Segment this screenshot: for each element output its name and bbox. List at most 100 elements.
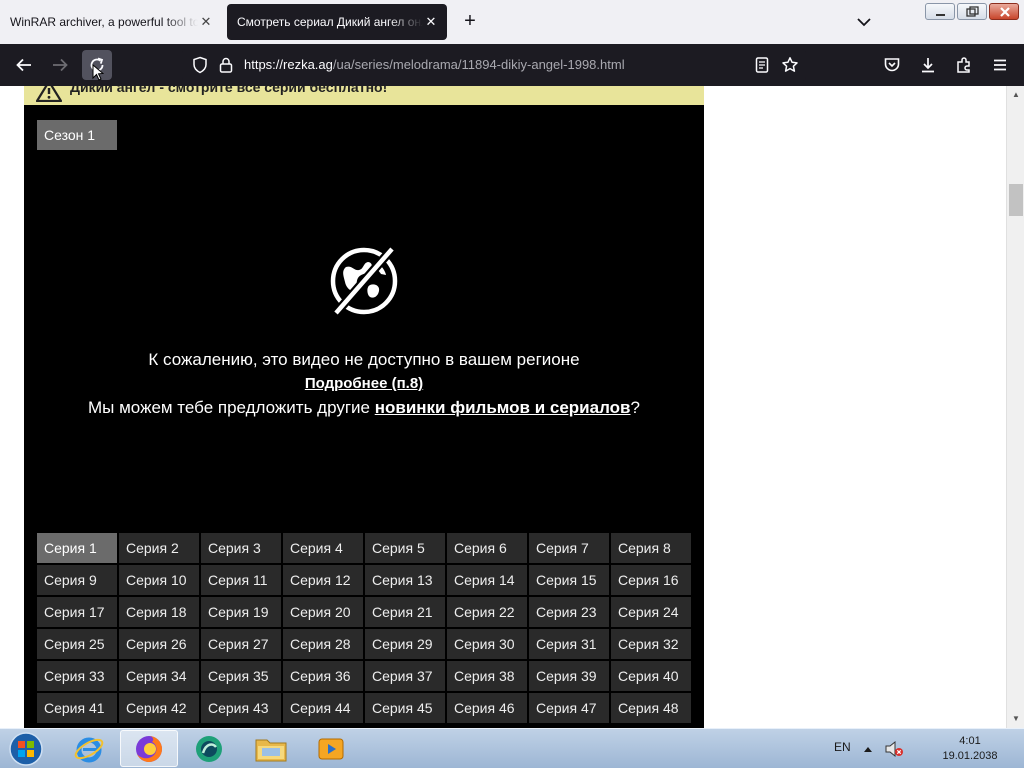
- media-player-icon[interactable]: [302, 730, 360, 767]
- firefox-icon: [136, 735, 162, 762]
- episode-button[interactable]: Серия 34: [119, 661, 199, 691]
- episode-button[interactable]: Серия 31: [529, 629, 609, 659]
- episode-button[interactable]: Серия 4: [283, 533, 363, 563]
- episode-button[interactable]: Серия 26: [119, 629, 199, 659]
- firefox-taskbar-button[interactable]: [120, 730, 178, 767]
- episode-button[interactable]: Серия 21: [365, 597, 445, 627]
- episode-button[interactable]: Серия 11: [201, 565, 281, 595]
- region-blocked-globe-icon: [330, 246, 398, 316]
- episode-button[interactable]: Серия 32: [611, 629, 691, 659]
- more-info-link[interactable]: Подробнее (п.8): [24, 375, 704, 392]
- episode-button[interactable]: Серия 33: [37, 661, 117, 691]
- episode-button[interactable]: Серия 8: [611, 533, 691, 563]
- episode-button[interactable]: Серия 36: [283, 661, 363, 691]
- episode-button[interactable]: Серия 46: [447, 693, 527, 723]
- episode-button[interactable]: Серия 1: [37, 533, 117, 563]
- episode-button[interactable]: Серия 12: [283, 565, 363, 595]
- episode-button[interactable]: Серия 17: [37, 597, 117, 627]
- start-orb-icon[interactable]: [0, 730, 52, 767]
- clock[interactable]: 4:01 19.01.2038: [934, 734, 1006, 764]
- episode-button[interactable]: Серия 37: [365, 661, 445, 691]
- volume-muted-icon[interactable]: [882, 737, 906, 761]
- window-minimize-button[interactable]: [925, 3, 955, 20]
- window-restore-button[interactable]: [957, 3, 987, 20]
- episode-button[interactable]: Серия 23: [529, 597, 609, 627]
- file-explorer-folder-icon[interactable]: [242, 730, 300, 767]
- episode-button[interactable]: Серия 27: [201, 629, 281, 659]
- episode-button[interactable]: Серия 6: [447, 533, 527, 563]
- episode-button[interactable]: Серия 15: [529, 565, 609, 595]
- episode-button[interactable]: Серия 44: [283, 693, 363, 723]
- notice-text: Дикий ангел - смотрите все серии бесплат…: [70, 86, 388, 95]
- episode-button[interactable]: Серия 28: [283, 629, 363, 659]
- episode-button[interactable]: Серия 39: [529, 661, 609, 691]
- episode-button[interactable]: Серия 41: [37, 693, 117, 723]
- season-tab[interactable]: Сезон 1: [37, 120, 117, 150]
- episode-button[interactable]: Серия 29: [365, 629, 445, 659]
- scroll-thumb[interactable]: [1009, 184, 1023, 216]
- episode-button[interactable]: Серия 16: [611, 565, 691, 595]
- url-path: /ua/series/melodrama/11894-dikiy-angel-1…: [332, 57, 625, 72]
- close-icon[interactable]: ✕: [198, 14, 214, 30]
- bookmark-star-icon[interactable]: [778, 53, 802, 77]
- episode-list: Серия 1 Серия 2 Серия 3 Серия 4 Серия 5 Серия…: [37, 533, 691, 723]
- suggestion-message: Мы можем тебе предложить другие новинки …: [24, 398, 704, 418]
- episode-button[interactable]: Серия 18: [119, 597, 199, 627]
- episode-button[interactable]: Серия 48: [611, 693, 691, 723]
- episode-button[interactable]: Серия 5: [365, 533, 445, 563]
- back-arrow-icon[interactable]: [12, 53, 36, 77]
- episode-button[interactable]: Серия 42: [119, 693, 199, 723]
- tab-winrar[interactable]: WinRAR archiver, a powerful tool to proc…: [0, 4, 222, 40]
- episode-button[interactable]: Серия 40: [611, 661, 691, 691]
- tab-rezka[interactable]: Смотреть сериал Дикий ангел онлайн ✕: [227, 4, 447, 40]
- reader-view-icon[interactable]: [750, 53, 774, 77]
- mouse-cursor-icon: [92, 64, 104, 81]
- episode-button[interactable]: Серия 22: [447, 597, 527, 627]
- episode-button[interactable]: Серия 25: [37, 629, 117, 659]
- page-scrollbar[interactable]: ▲ ▼: [1006, 86, 1024, 728]
- internet-explorer-icon[interactable]: [60, 730, 118, 767]
- extensions-puzzle-icon[interactable]: [952, 53, 976, 77]
- episode-button[interactable]: Серия 2: [119, 533, 199, 563]
- scroll-down-arrow-icon[interactable]: ▼: [1011, 714, 1021, 724]
- episode-button[interactable]: Серия 47: [529, 693, 609, 723]
- tab-title: WinRAR archiver, a powerful tool to proc…: [10, 15, 198, 29]
- episode-button[interactable]: Серия 30: [447, 629, 527, 659]
- downloads-icon[interactable]: [916, 53, 940, 77]
- episode-button[interactable]: Серия 10: [119, 565, 199, 595]
- episode-button[interactable]: Серия 45: [365, 693, 445, 723]
- tab-list-chevron-down-icon[interactable]: [852, 12, 876, 32]
- menu-hamburger-icon[interactable]: [988, 53, 1012, 77]
- scroll-up-arrow-icon[interactable]: ▲: [1011, 90, 1021, 100]
- new-releases-link[interactable]: новинки фильмов и сериалов: [375, 398, 631, 417]
- address-bar[interactable]: https://rezka.ag/ua/series/melodrama/118…: [182, 49, 806, 81]
- suggestion-suffix: ?: [630, 398, 640, 417]
- url-text[interactable]: https://rezka.ag/ua/series/melodrama/118…: [244, 57, 625, 72]
- forward-arrow-icon[interactable]: [48, 53, 72, 77]
- episode-button[interactable]: Серия 14: [447, 565, 527, 595]
- show-hidden-icons-triangle-icon[interactable]: [858, 739, 878, 759]
- episode-button[interactable]: Серия 19: [201, 597, 281, 627]
- pocket-icon[interactable]: [880, 53, 904, 77]
- tracking-protection-shield-icon[interactable]: [188, 53, 212, 77]
- notice-banner: Дикий ангел - смотрите все серии бесплат…: [24, 86, 704, 105]
- episode-button[interactable]: Серия 35: [201, 661, 281, 691]
- tab-strip: WinRAR archiver, a powerful tool to proc…: [0, 0, 1024, 44]
- new-tab-plus-icon[interactable]: +: [458, 10, 482, 34]
- episode-button[interactable]: Серия 38: [447, 661, 527, 691]
- episode-button[interactable]: Серия 24: [611, 597, 691, 627]
- episode-button[interactable]: Серия 7: [529, 533, 609, 563]
- web-content: Дикий ангел - смотрите все серии бесплат…: [0, 86, 1006, 728]
- episode-button[interactable]: Серия 9: [37, 565, 117, 595]
- episode-button[interactable]: Серия 3: [201, 533, 281, 563]
- app-green-icon[interactable]: [180, 730, 238, 767]
- episode-button[interactable]: Серия 20: [283, 597, 363, 627]
- language-indicator[interactable]: EN: [834, 740, 851, 754]
- episode-button[interactable]: Серия 13: [365, 565, 445, 595]
- reload-icon[interactable]: [82, 50, 112, 81]
- lock-icon[interactable]: [214, 53, 238, 77]
- window-close-button[interactable]: [989, 3, 1019, 20]
- episode-button[interactable]: Серия 43: [201, 693, 281, 723]
- close-icon[interactable]: ✕: [423, 14, 439, 30]
- url-domain: https://rezka.ag: [244, 57, 333, 72]
